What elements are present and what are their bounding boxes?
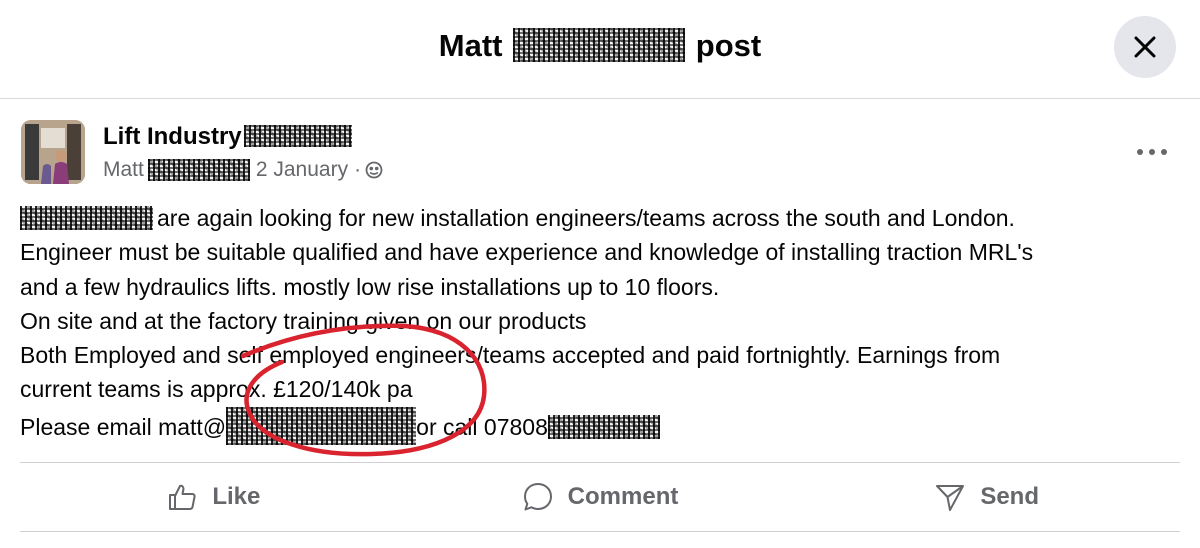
phone-prefix-text: or call 07808 [416,413,548,440]
close-icon [1134,36,1156,58]
avatar-photo [21,120,85,184]
redacted-email-domain [226,406,417,445]
title-prefix: Matt [438,28,503,63]
post-line: On site and at the factory training give… [20,307,587,334]
modal-title: Matt post [0,28,1200,64]
comment-bubble-icon [523,483,552,511]
redacted-group-suffix [243,125,352,147]
actions-top-divider [20,462,1180,463]
post-line: Please email matt@ or call 07808 [20,406,1180,445]
author-name[interactable]: Matt [103,158,144,182]
post-date[interactable]: 2 January [256,158,348,182]
send-button[interactable]: Send [793,464,1180,530]
email-prefix-text: Please email matt@ [20,413,227,440]
redacted-author-surname [147,159,250,181]
comment-button[interactable]: Comment [407,464,794,530]
meta-separator: · [354,158,362,181]
post-line: Engineer must be suitable qualified and … [20,239,1034,266]
header-divider [0,98,1200,99]
modal-header: Matt post [0,0,1200,98]
post-text: are again looking for new installation e… [157,205,1015,231]
like-label: Like [212,483,261,510]
like-button[interactable]: Like [20,464,407,530]
post-line: Both Employed and self employed engineer… [20,342,1001,369]
more-options-button[interactable] [1132,140,1172,164]
redacted-name [513,28,686,62]
group-avatar[interactable] [21,120,85,184]
redacted-company-name [20,206,153,230]
redacted-phone-number [547,414,660,439]
more-options-icon [1137,149,1167,155]
globe-icon [365,161,383,179]
send-label: Send [980,483,1040,510]
send-icon [936,485,965,511]
group-name-link[interactable]: Lift Industry [103,123,352,151]
post-line: current teams is approx. £120/140k pa [20,376,413,403]
post-line: are again looking for new installation e… [20,201,1180,235]
comment-label: Comment [567,483,679,510]
thumbs-up-icon [169,484,196,510]
group-name: Lift Industry [103,123,242,150]
post-meta: Matt 2 January · [103,158,383,182]
title-suffix: post [695,28,762,63]
post-line: and a few hydraulics lifts. mostly low r… [20,273,720,300]
close-button[interactable] [1114,16,1176,78]
actions-bottom-divider [20,531,1180,532]
post-actions-bar: Like Comment Send [20,464,1180,530]
post-body: are again looking for new installation e… [20,201,1180,445]
